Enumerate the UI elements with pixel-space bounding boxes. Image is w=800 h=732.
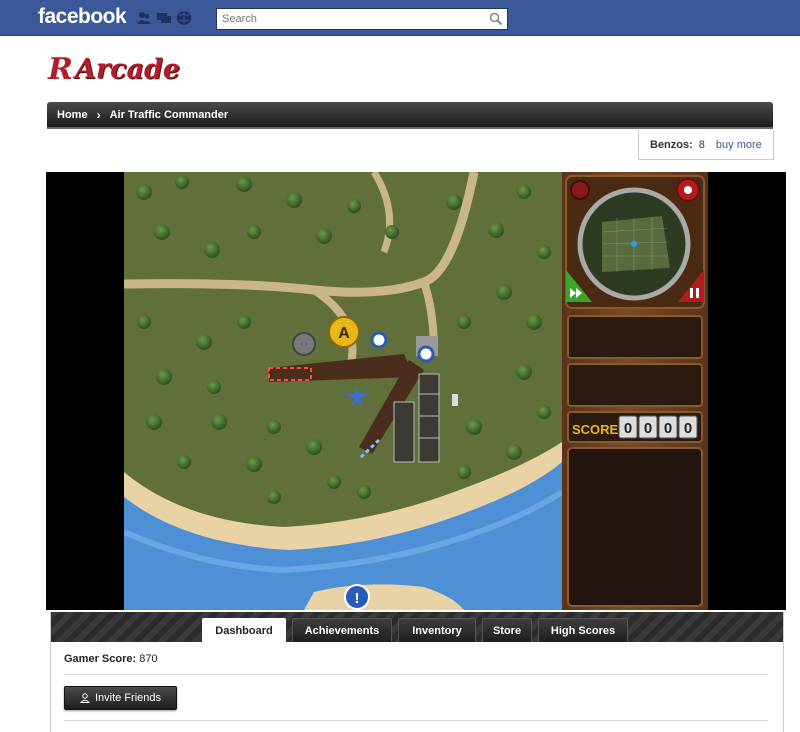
queue-panel xyxy=(567,447,703,607)
breadcrumb-current: Air Traffic Commander xyxy=(109,108,229,121)
score-label: SCORE xyxy=(572,422,619,437)
benzos-count: 8 xyxy=(698,138,705,151)
tabs-bar: Dashboard Achievements Inventory Store H… xyxy=(51,612,783,642)
facebook-header: facebook xyxy=(0,0,800,36)
invite-friends-button[interactable]: Invite Friends xyxy=(64,686,177,710)
svg-text:A: A xyxy=(338,325,350,342)
search-icon[interactable] xyxy=(489,12,503,26)
tab-inventory[interactable]: Inventory xyxy=(398,618,476,642)
tab-high-scores[interactable]: High Scores xyxy=(538,618,628,642)
buy-more-link[interactable]: buy more xyxy=(716,139,762,151)
logo-badge: R xyxy=(48,52,73,87)
airfield-marker[interactable]: A xyxy=(328,316,360,348)
divider xyxy=(64,720,768,721)
facebook-jewel-icons xyxy=(136,10,192,26)
breadcrumb-separator: › xyxy=(96,107,101,122)
score-digit: 0 xyxy=(644,420,652,437)
logo-text: Arcade xyxy=(74,54,181,85)
app-tabs-area: Dashboard Achievements Inventory Store H… xyxy=(50,612,784,732)
landing-target-icon[interactable] xyxy=(370,331,388,349)
game-side-panel: SCORE 0 0 0 0 xyxy=(562,172,708,610)
arcade-logo[interactable]: R Arcade xyxy=(48,55,180,85)
invite-friends-label: Invite Friends xyxy=(94,692,162,704)
messages-icon[interactable] xyxy=(156,10,172,26)
gamer-score: Gamer Score: 870 xyxy=(64,653,158,665)
gamer-score-value: 870 xyxy=(139,653,158,665)
person-icon xyxy=(79,693,90,703)
alert-marker[interactable]: ! xyxy=(344,584,370,610)
benzos-label: Benzos: xyxy=(650,138,693,151)
tab-achievements[interactable]: Achievements xyxy=(292,618,392,642)
score-digit: 0 xyxy=(684,420,692,437)
landing-target-icon[interactable] xyxy=(417,345,435,363)
info-slot xyxy=(567,363,703,407)
breadcrumb-home[interactable]: Home xyxy=(57,109,88,121)
score-digit: 0 xyxy=(624,420,632,437)
benzos-box: Benzos: 8 buy more xyxy=(638,130,774,160)
breadcrumb: Home › Air Traffic Commander xyxy=(47,102,773,127)
breadcrumb-underline xyxy=(47,127,773,129)
info-slot xyxy=(567,315,703,359)
radar-dish xyxy=(292,332,316,356)
tab-store[interactable]: Store xyxy=(482,618,532,642)
facebook-logo[interactable]: facebook xyxy=(38,5,127,29)
menu-knob-icon[interactable] xyxy=(570,180,590,200)
search-input[interactable] xyxy=(217,9,485,29)
score-digit: 0 xyxy=(664,420,672,437)
notifications-icon[interactable] xyxy=(176,10,192,26)
friend-requests-icon[interactable] xyxy=(136,10,152,26)
divider xyxy=(64,674,768,675)
game-map[interactable]: A ! xyxy=(124,172,562,610)
svg-text:!: ! xyxy=(355,590,360,607)
plane-icon[interactable] xyxy=(452,394,458,406)
game-map-canvas[interactable]: A ! xyxy=(124,172,562,610)
facebook-search xyxy=(216,8,508,30)
tab-dashboard[interactable]: Dashboard xyxy=(202,618,286,642)
gamer-score-label: Gamer Score: xyxy=(64,653,137,665)
settings-gear-icon[interactable] xyxy=(676,178,700,202)
game-frame[interactable]: A ! SCORE 0 0 0 0 xyxy=(46,172,786,610)
